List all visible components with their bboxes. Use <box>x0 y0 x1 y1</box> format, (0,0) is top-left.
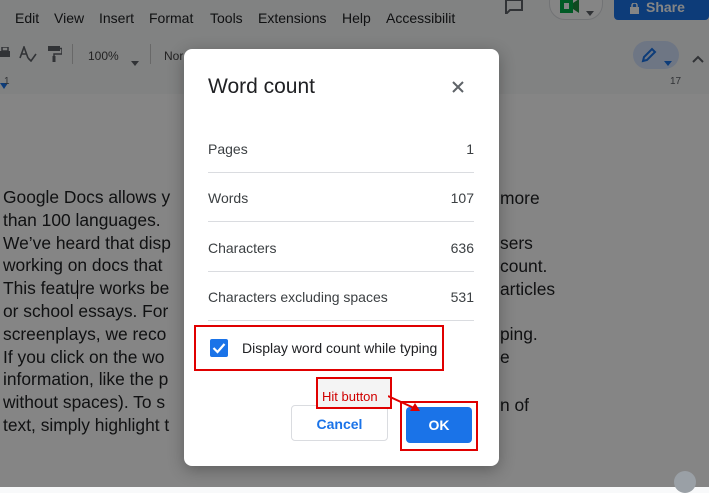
checkbox-label[interactable]: Display word count while typing <box>242 340 437 356</box>
stat-value: 531 <box>450 289 474 305</box>
stat-row-characters-no-spaces: Characters excluding spaces 531 <box>208 271 474 321</box>
stat-row-characters: Characters 636 <box>208 222 474 272</box>
stat-value: 107 <box>450 190 474 206</box>
checkmark-icon <box>212 343 226 354</box>
stat-label: Characters <box>208 240 277 256</box>
annotation-arrow-icon <box>388 395 420 411</box>
cancel-button[interactable]: Cancel <box>291 405 388 441</box>
close-icon[interactable] <box>448 77 468 97</box>
stat-label: Pages <box>208 141 248 157</box>
stat-label: Words <box>208 190 249 206</box>
display-word-count-checkbox[interactable] <box>210 339 228 357</box>
stat-row-words: Words 107 <box>208 172 474 222</box>
dialog-title: Word count <box>208 75 315 98</box>
annotation-hint: Hit button <box>316 377 392 409</box>
stat-value: 636 <box>450 240 474 256</box>
stat-value: 1 <box>466 141 474 157</box>
annotation-highlight-checkbox: Display word count while typing <box>194 325 444 371</box>
annotation-hint-text: Hit button <box>322 389 378 404</box>
stat-row-pages: Pages 1 <box>208 123 474 173</box>
grammarly-icon[interactable] <box>674 471 696 493</box>
stat-label: Characters excluding spaces <box>208 289 388 305</box>
